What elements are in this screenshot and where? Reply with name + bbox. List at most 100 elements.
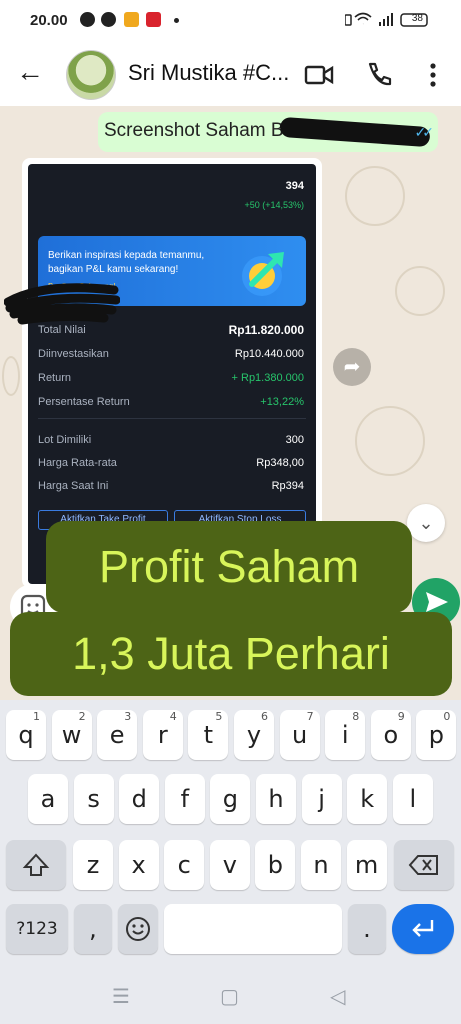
redaction-scribble: [4, 283, 120, 325]
letter-key[interactable]: z: [73, 840, 113, 890]
letter-key[interactable]: h: [256, 774, 296, 824]
row-value: 300: [285, 434, 304, 446]
comma-key[interactable]: ,: [74, 904, 112, 954]
notification-app-icon: [146, 12, 161, 27]
outgoing-message-bubble[interactable]: Screenshot Saham Bo ✓✓: [98, 112, 438, 152]
letter-key[interactable]: 6y: [234, 710, 274, 760]
letter-key[interactable]: 2w: [51, 710, 92, 760]
key-label: w: [61, 721, 82, 749]
status-right: 38: [344, 12, 435, 31]
back-nav-icon[interactable]: ◁: [330, 984, 345, 1008]
key-label: q: [18, 721, 34, 749]
row-value: Rp394: [271, 480, 304, 492]
video-call-icon[interactable]: [302, 58, 336, 92]
divider: [38, 418, 306, 419]
letter-key[interactable]: s: [73, 774, 114, 824]
key-label: p: [428, 721, 444, 749]
row-label: Lot Dimiliki: [38, 434, 92, 446]
row-label: Harga Rata-rata: [38, 457, 117, 469]
growth-arrow-icon: [242, 252, 284, 296]
promo-line-2: bagikan P&L kamu sekarang!: [48, 264, 179, 275]
key-label: e: [109, 721, 125, 749]
key-hint: 1: [33, 710, 40, 723]
system-nav-bar: ☰ ▢ ◁: [0, 968, 461, 1024]
letter-key[interactable]: m: [346, 840, 387, 890]
letter-key[interactable]: 1q: [6, 710, 46, 760]
key-label: i: [341, 721, 349, 749]
key-hint: 0: [443, 710, 451, 723]
letter-key[interactable]: f: [164, 774, 205, 824]
symbols-key[interactable]: ?123: [6, 904, 68, 954]
letter-key[interactable]: l: [392, 774, 433, 824]
letter-key[interactable]: 8i: [325, 710, 366, 760]
status-time: 20.00: [30, 12, 68, 29]
stock-price: 394: [285, 180, 304, 192]
messenger-icon: [101, 12, 116, 27]
status-bar: 20.00 38: [0, 0, 461, 44]
smiley-icon: [126, 917, 150, 941]
stock-change: +50 (+14,53%): [244, 200, 304, 210]
row-label: Persentase Return: [38, 396, 130, 408]
scroll-down-icon[interactable]: ⌄: [407, 504, 445, 542]
row-label: Return: [38, 372, 72, 384]
space-key[interactable]: [164, 904, 342, 954]
row-value: + Rp1.380.000: [231, 372, 304, 384]
whatsapp-icon: [80, 12, 95, 27]
key-hint: 5: [215, 710, 223, 723]
letter-key[interactable]: v: [209, 840, 250, 890]
notification-app-icon: [124, 12, 139, 27]
key-hint: 8: [352, 710, 360, 723]
row-value: Rp11.820.000: [228, 323, 304, 337]
letter-key[interactable]: b: [255, 840, 296, 890]
emoji-key[interactable]: [118, 904, 158, 954]
more-options-icon[interactable]: [416, 58, 450, 92]
key-label: o: [383, 721, 399, 749]
wallpaper-doodle: [355, 406, 425, 476]
key-label: u: [291, 721, 308, 749]
letter-key[interactable]: j: [301, 774, 342, 824]
letter-key[interactable]: a: [28, 774, 68, 824]
back-arrow-icon[interactable]: ←: [16, 58, 44, 86]
forward-icon[interactable]: ➦: [333, 348, 371, 386]
shift-key[interactable]: [6, 840, 66, 890]
key-hint: 7: [306, 710, 314, 723]
key-hint: 6: [261, 710, 268, 723]
letter-key[interactable]: 7u: [279, 710, 320, 760]
contact-avatar[interactable]: [66, 50, 116, 100]
caption-line-1: Profit Saham: [46, 521, 412, 613]
letter-key[interactable]: n: [301, 840, 341, 890]
key-hint: 9: [397, 710, 405, 723]
outgoing-message-text: Screenshot Saham Bo: [104, 120, 295, 141]
wallpaper-doodle: [345, 166, 405, 226]
backspace-key[interactable]: [394, 840, 454, 890]
letter-key[interactable]: g: [210, 774, 251, 824]
key-hint: 3: [124, 710, 132, 723]
row-value: Rp10.440.000: [234, 348, 304, 360]
letter-key[interactable]: 4r: [142, 710, 183, 760]
recent-apps-icon[interactable]: ☰: [112, 984, 130, 1008]
caption-line-2: 1,3 Juta Perhari: [10, 612, 452, 696]
chat-header: ← Sri Mustika #C...: [0, 44, 461, 106]
letter-key[interactable]: 0p: [416, 710, 457, 760]
letter-key[interactable]: 3e: [97, 710, 138, 760]
period-key[interactable]: .: [348, 904, 386, 954]
wallpaper-doodle: [2, 356, 20, 396]
key-label: y: [246, 721, 262, 749]
letter-key[interactable]: 5t: [188, 710, 229, 760]
key-hint: 2: [78, 710, 86, 723]
more-notifications-dot-icon: [174, 18, 179, 23]
letter-key[interactable]: d: [119, 774, 160, 824]
enter-key[interactable]: [392, 904, 454, 954]
key-hint: 4: [169, 710, 177, 723]
wallpaper-doodle: [395, 266, 445, 316]
read-receipt-icon: ✓✓: [414, 124, 435, 140]
letter-key[interactable]: k: [347, 774, 388, 824]
letter-key[interactable]: 9o: [370, 710, 411, 760]
phone-call-icon[interactable]: [362, 58, 396, 92]
contact-name[interactable]: Sri Mustika #C...: [128, 60, 289, 86]
letter-key[interactable]: c: [164, 840, 205, 890]
promo-line-1: Berikan inspirasi kepada temanmu,: [48, 250, 205, 261]
home-icon[interactable]: ▢: [220, 984, 239, 1008]
row-value: +13,22%: [260, 396, 304, 408]
letter-key[interactable]: x: [118, 840, 159, 890]
